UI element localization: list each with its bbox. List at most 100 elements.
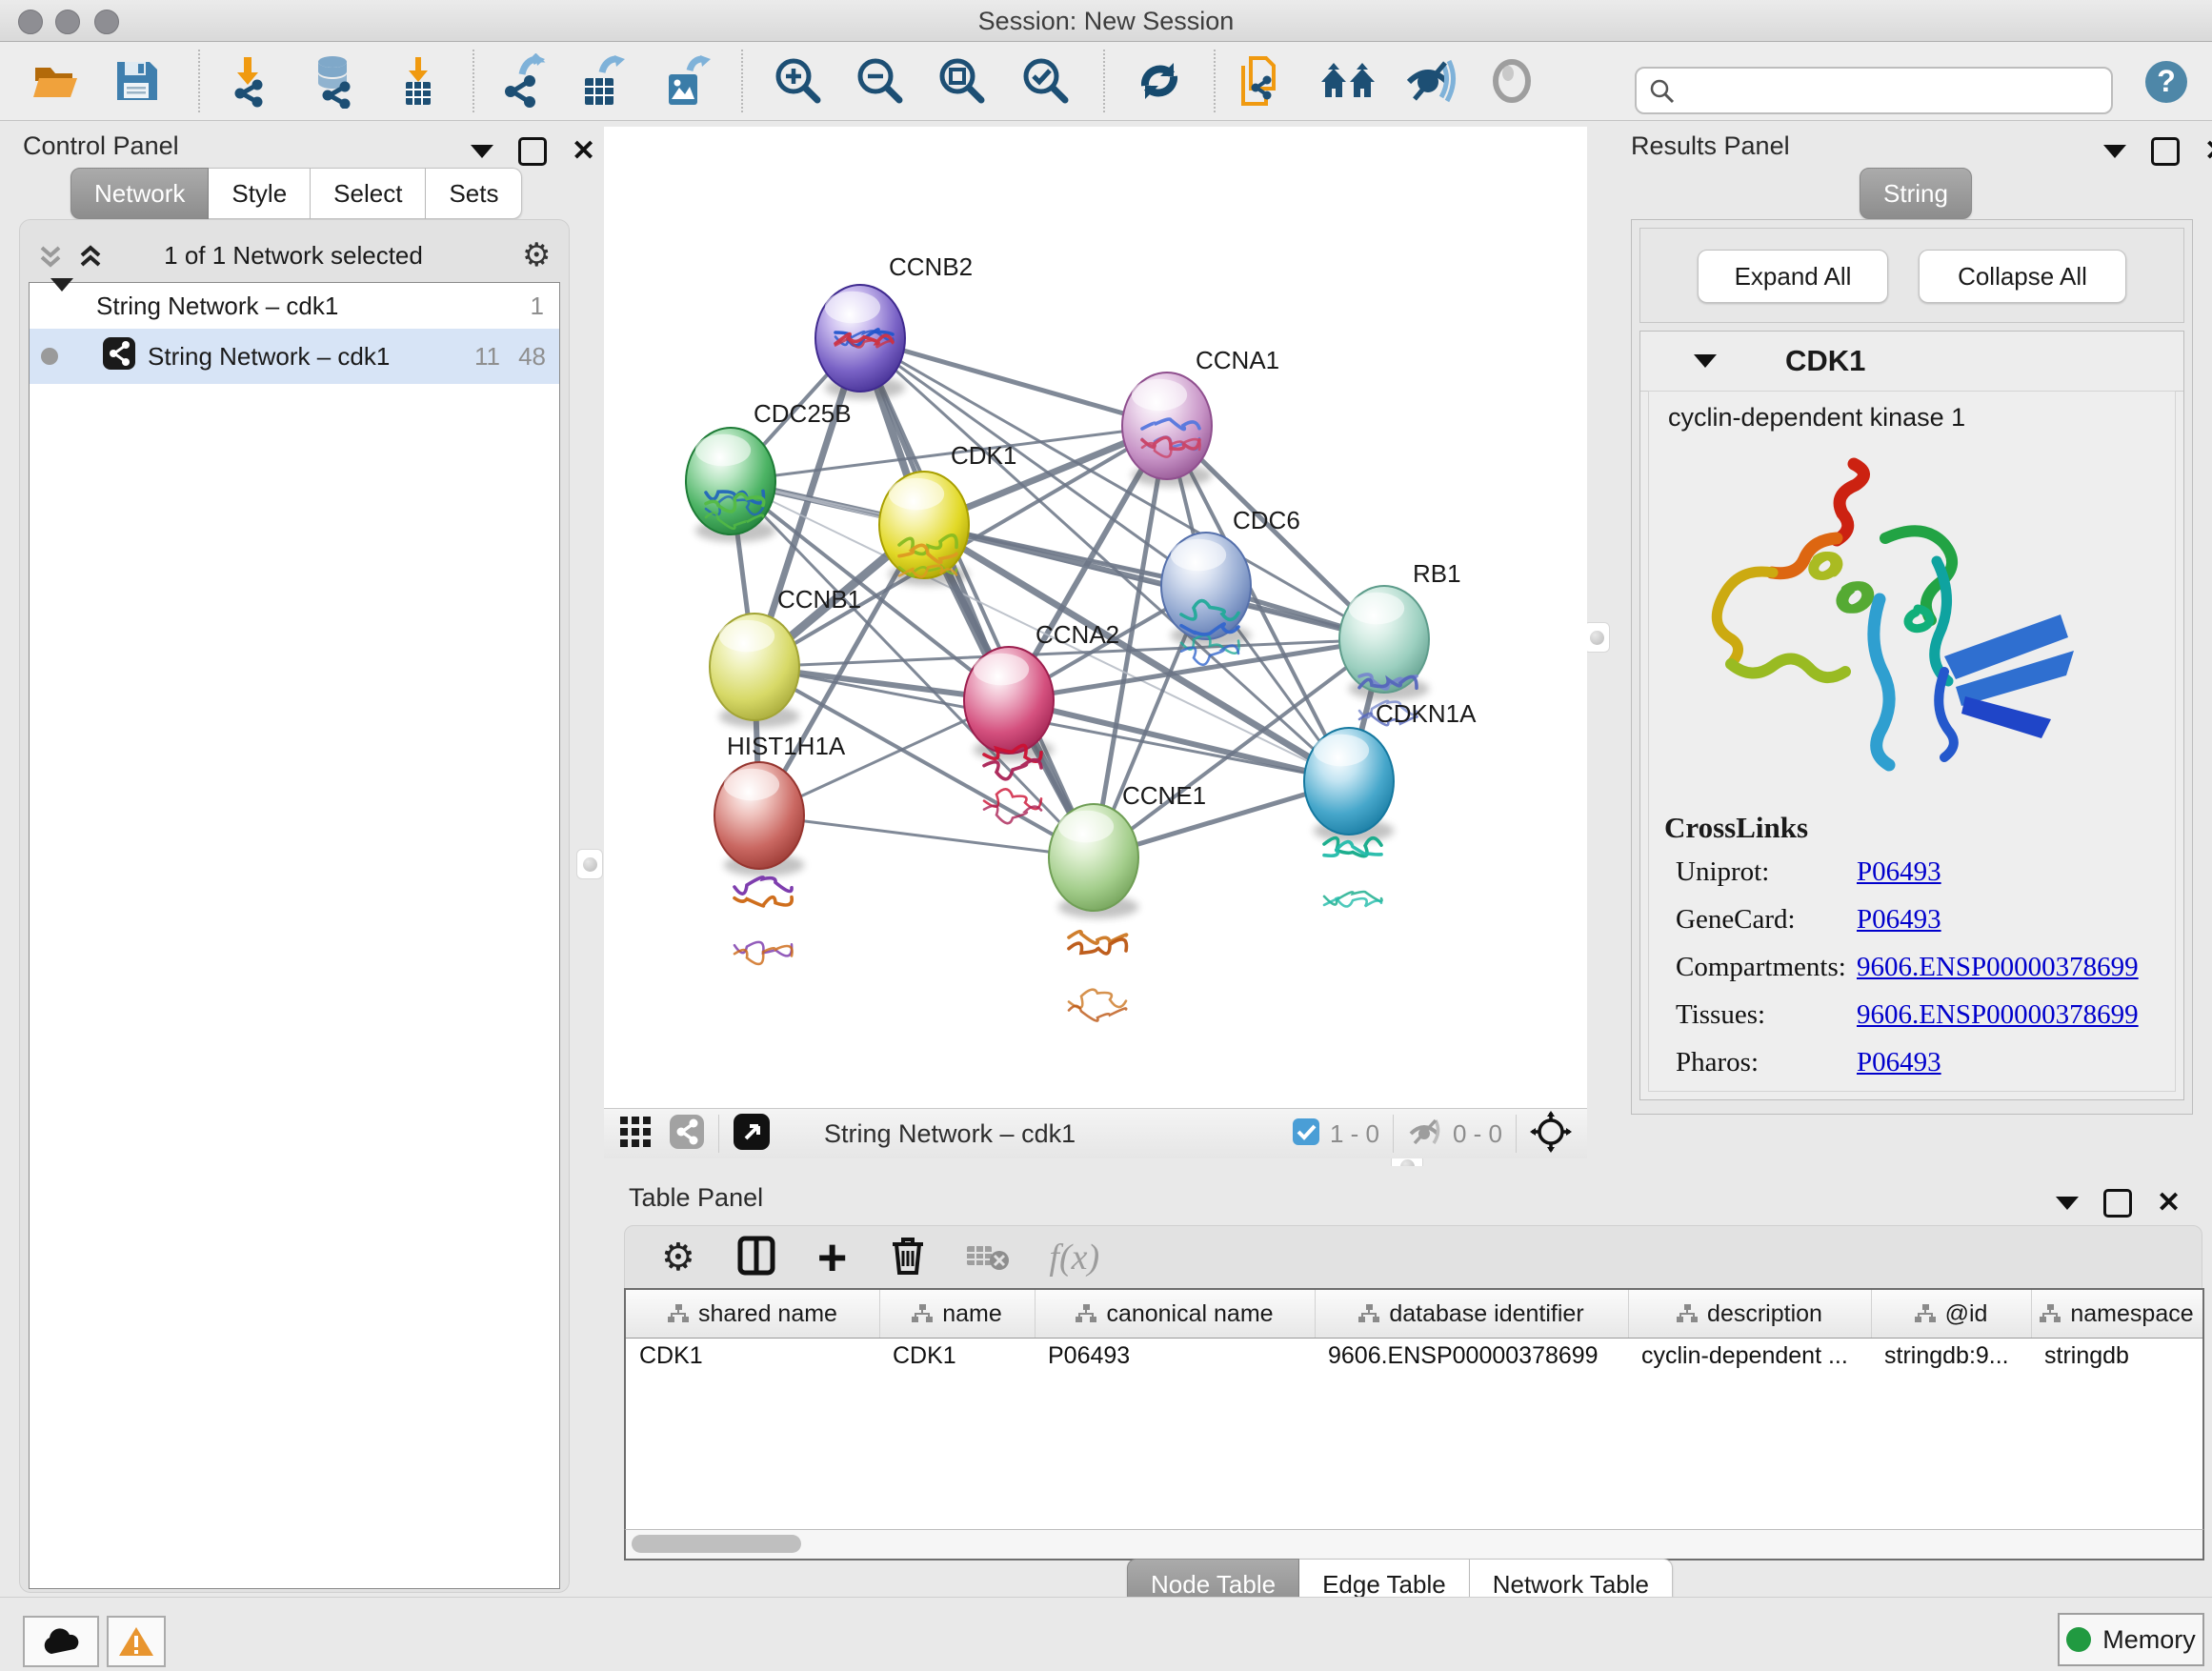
detach-view-icon[interactable] (733, 1113, 771, 1156)
table-cell[interactable]: stringdb:9... (1884, 1342, 2027, 1370)
node-HIST1H1A[interactable] (714, 762, 804, 964)
import-table-icon[interactable] (389, 51, 448, 111)
maximize-panel-icon[interactable] (2151, 137, 2180, 166)
crosslink-value[interactable]: 9606.ENSP00000378699 (1857, 999, 2139, 1031)
node-CCNA2[interactable] (964, 647, 1054, 823)
table-cell[interactable]: cyclin-dependent ... (1641, 1342, 1867, 1370)
maximize-panel-icon[interactable] (2103, 1189, 2132, 1218)
export-network-icon[interactable] (492, 51, 551, 111)
network-collection-row[interactable]: String Network – cdk1 1 (30, 283, 559, 329)
column-header-shared-name[interactable]: shared name (626, 1290, 880, 1338)
export-image-icon[interactable] (655, 51, 714, 111)
first-neighbors-icon[interactable] (1318, 51, 1377, 111)
scrollbar-thumb[interactable] (632, 1535, 801, 1553)
network-overview-icon[interactable] (669, 1114, 705, 1155)
close-panel-icon[interactable]: ✕ (572, 140, 595, 163)
edge-CCNB2-CCNE1[interactable] (860, 338, 1094, 857)
float-panel-icon[interactable] (471, 145, 493, 158)
node-label-CCNA1: CCNA1 (1196, 346, 1279, 374)
function-builder-icon[interactable]: f(x) (1049, 1237, 1099, 1278)
clear-filter-icon[interactable] (965, 1239, 1011, 1277)
float-panel-icon[interactable] (2103, 145, 2126, 158)
edge-HIST1H1A-CCNE1[interactable] (759, 815, 1094, 857)
import-database-icon[interactable] (303, 51, 362, 111)
network-canvas[interactable]: CCNB2CCNA1CDC25BCDK1CDC6RB1CCNB1CCNA2CDK… (604, 127, 1587, 1108)
column-header-canonical-name[interactable]: canonical name (1035, 1290, 1316, 1338)
node-CCNE1[interactable] (1049, 804, 1138, 1021)
apply-layout-icon[interactable] (1130, 51, 1189, 111)
expand-all-button[interactable]: Expand All (1698, 250, 1888, 303)
new-network-from-selection-icon[interactable] (1231, 51, 1290, 111)
node-label-CDK1: CDK1 (951, 441, 1016, 470)
float-panel-icon[interactable] (2056, 1197, 2079, 1210)
network-options-gear-icon[interactable]: ⚙ (522, 236, 551, 274)
column-header-database-identifier[interactable]: database identifier (1315, 1290, 1629, 1338)
table-cell[interactable]: P06493 (1048, 1342, 1311, 1370)
table-cell[interactable]: stringdb (2044, 1342, 2199, 1370)
tab-string[interactable]: String (1860, 168, 1972, 219)
node-CCNB2[interactable] (815, 285, 905, 399)
tab-style[interactable]: Style (209, 168, 311, 219)
close-panel-icon[interactable]: ✕ (2204, 140, 2212, 163)
toolbar-separator (198, 50, 200, 112)
network-row[interactable]: String Network – cdk1 11 48 (30, 329, 559, 384)
show-columns-icon[interactable] (737, 1236, 775, 1280)
maximize-panel-icon[interactable] (518, 137, 547, 166)
create-column-icon[interactable]: + (817, 1238, 848, 1277)
node-CDK1[interactable] (879, 472, 969, 586)
import-network-icon[interactable] (217, 51, 276, 111)
column-header-name[interactable]: name (879, 1290, 1036, 1338)
table-options-gear-icon[interactable]: ⚙ (661, 1236, 695, 1279)
edge-CCNB2-CCNA1[interactable] (860, 338, 1167, 426)
birds-eye-grid-icon[interactable] (619, 1116, 652, 1153)
zoom-selected-icon[interactable] (1016, 51, 1075, 111)
tab-select[interactable]: Select (311, 168, 426, 219)
column-header-namespace[interactable]: namespace (2031, 1290, 2203, 1338)
crosslink-value[interactable]: P06493 (1857, 1047, 1941, 1078)
center-view-crosshair-icon[interactable] (1530, 1111, 1572, 1158)
table-cell[interactable]: CDK1 (639, 1342, 875, 1370)
gene-section-header[interactable]: CDK1 (1640, 332, 2183, 392)
close-panel-icon[interactable]: ✕ (2157, 1192, 2181, 1215)
node-CCNB1[interactable] (710, 614, 799, 728)
zoom-in-icon[interactable] (768, 51, 827, 111)
table-cell[interactable]: CDK1 (893, 1342, 1031, 1370)
column-header-id[interactable]: @id (1871, 1290, 2032, 1338)
collapse-all-button[interactable]: Collapse All (1919, 250, 2126, 303)
open-session-icon[interactable] (27, 51, 86, 111)
edge-CDK1-RB1[interactable] (924, 525, 1384, 639)
status-bar: Memory (0, 1597, 2212, 1671)
node-label-CCNE1: CCNE1 (1122, 781, 1206, 810)
crosslink-value[interactable]: 9606.ENSP00000378699 (1857, 952, 2139, 983)
crosslink-value[interactable]: P06493 (1857, 856, 1941, 888)
table-horizontal-scrollbar[interactable] (624, 1529, 2204, 1560)
zoom-out-icon[interactable] (850, 51, 909, 111)
search-input[interactable] (1682, 72, 2105, 107)
node-CCNA1[interactable] (1122, 372, 1212, 487)
footer-separator (1516, 1115, 1517, 1153)
show-all-icon[interactable] (1482, 51, 1541, 111)
collapse-section-icon[interactable] (1694, 354, 1717, 368)
column-header-description[interactable]: description (1628, 1290, 1872, 1338)
save-session-icon[interactable] (107, 51, 166, 111)
memory-status-dot-icon (2066, 1627, 2091, 1652)
node-CDC25B[interactable] (686, 428, 775, 542)
cloud-status-button[interactable] (23, 1616, 99, 1667)
crosslink-value[interactable]: P06493 (1857, 904, 1941, 936)
table-cell[interactable]: 9606.ENSP00000378699 (1328, 1342, 1624, 1370)
delete-columns-icon[interactable] (891, 1235, 925, 1281)
export-table-icon[interactable] (572, 51, 631, 111)
tab-sets[interactable]: Sets (426, 168, 522, 219)
crosslink-row: GeneCard:P06493 (1649, 904, 2175, 952)
hide-selected-icon[interactable] (1400, 51, 1459, 111)
node-CDKN1A[interactable] (1304, 728, 1394, 906)
zoom-fit-icon[interactable] (932, 51, 991, 111)
left-divider-grip[interactable] (576, 849, 603, 879)
selected-checkbox-icon[interactable] (1292, 1117, 1320, 1151)
tab-network[interactable]: Network (70, 168, 209, 219)
collection-expand-icon[interactable] (50, 292, 73, 321)
warning-status-button[interactable] (107, 1616, 166, 1667)
help-icon[interactable]: ? (2142, 57, 2191, 107)
right-divider-grip[interactable] (1583, 622, 1610, 653)
memory-button[interactable]: Memory (2058, 1613, 2204, 1666)
